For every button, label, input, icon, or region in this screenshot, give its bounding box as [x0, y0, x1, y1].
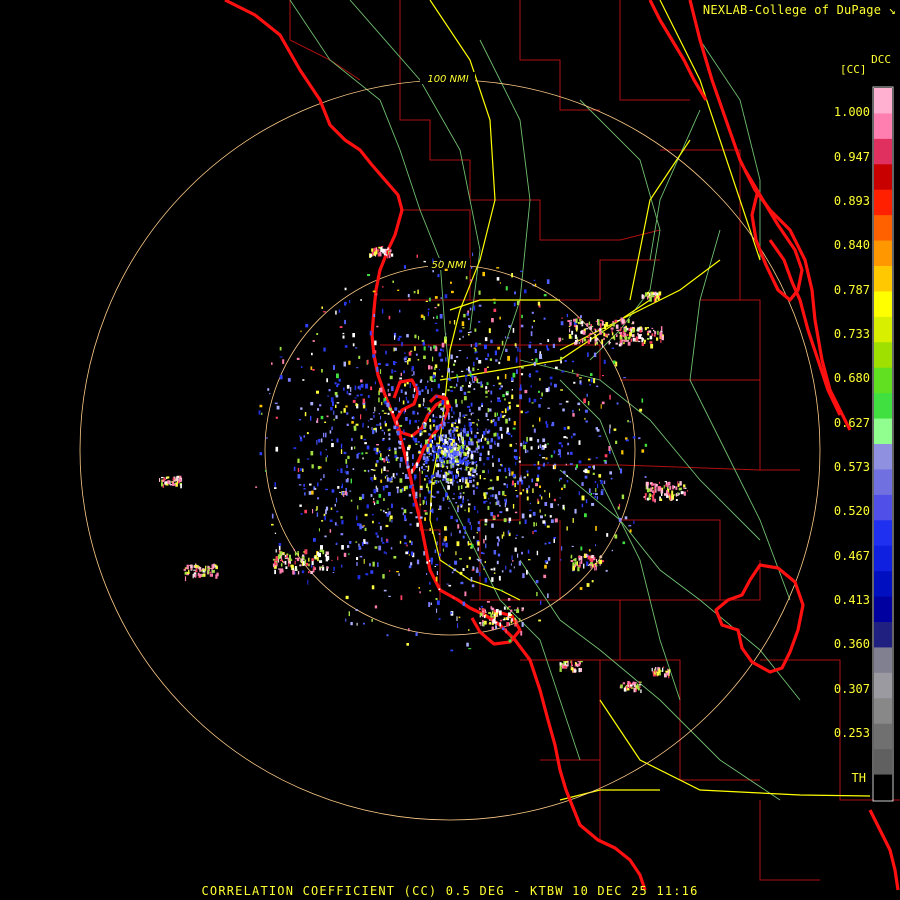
scale-label: 0.947 [833, 150, 870, 164]
color-scale-swatch [874, 88, 892, 114]
color-scale-swatch [874, 622, 892, 648]
color-scale-swatch [874, 723, 892, 750]
color-scale-swatch [874, 494, 892, 521]
scale-label: TH [851, 771, 866, 785]
scale-label: 0.307 [833, 682, 870, 696]
color-scale-swatch [874, 596, 892, 623]
scale-label: 0.520 [833, 504, 870, 518]
color-scale-swatch [874, 520, 892, 547]
scale-label: 0.413 [833, 593, 870, 607]
color-scale-swatch [874, 164, 892, 191]
color-scale-swatch [874, 291, 892, 318]
scale-label: 0.627 [833, 416, 870, 430]
color-scale-labels: 1.000 0.947 0.893 0.840 0.787 0.733 0.68… [820, 0, 872, 900]
color-scale-swatch [874, 342, 892, 369]
scale-label: 0.467 [833, 549, 870, 563]
color-scale-swatch [874, 240, 892, 267]
scale-label: 0.893 [833, 194, 870, 208]
scale-label: 0.733 [833, 327, 870, 341]
color-scale-swatch [874, 444, 892, 470]
color-scale-swatch [874, 113, 892, 140]
color-scale-swatch [874, 189, 892, 216]
scale-label: 0.253 [833, 726, 870, 740]
color-scale-swatch [874, 774, 892, 801]
scale-label: 0.840 [833, 238, 870, 252]
color-scale-swatch [874, 215, 892, 242]
color-scale-swatch [874, 571, 892, 598]
product-footer: CORRELATION COEFFICIENT (CC) 0.5 DEG - K… [201, 884, 699, 898]
scale-label: 0.787 [833, 283, 870, 297]
color-scale-swatch [874, 138, 892, 165]
color-scale-swatch [874, 469, 892, 496]
scale-label: 0.680 [833, 371, 870, 385]
color-scale-swatch [874, 698, 892, 725]
color-scale-swatch [874, 672, 892, 699]
scale-label: 1.000 [833, 105, 870, 119]
color-scale-swatch [874, 647, 892, 674]
scale-label: 0.360 [833, 637, 870, 651]
color-scale-swatch [874, 545, 892, 572]
color-scale-swatch [874, 393, 892, 420]
color-scale-swatch [874, 418, 892, 445]
color-scale-swatch [874, 749, 892, 776]
color-scale-bar [872, 86, 894, 802]
color-scale [872, 86, 894, 802]
color-scale-swatch [874, 367, 892, 394]
color-scale-swatch [874, 266, 892, 292]
color-scale-swatch [874, 316, 892, 343]
scale-label: 0.573 [833, 460, 870, 474]
